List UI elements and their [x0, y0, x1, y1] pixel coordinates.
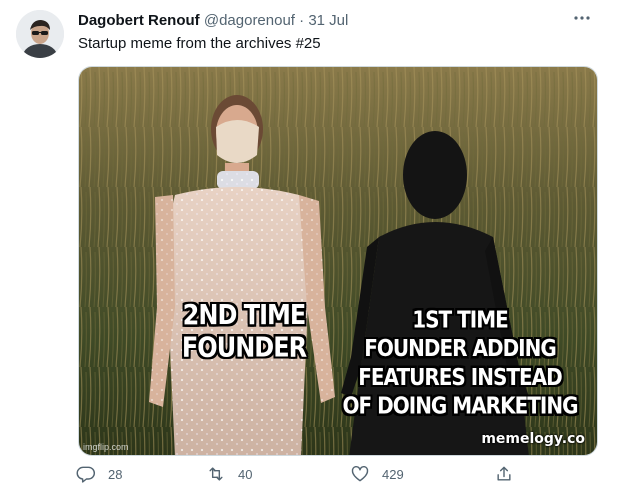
retweet-icon [209, 467, 223, 481]
meme-caption-right-text: 1ST TIME FOUNDER ADDING FEATURES INSTEAD… [342, 305, 579, 420]
reply-icon [76, 466, 96, 483]
like-button[interactable]: 429 [350, 464, 404, 484]
author-display-name[interactable]: Dagobert Renouf [78, 12, 200, 29]
reply-count: 28 [108, 466, 123, 482]
retweet-count: 40 [238, 466, 253, 482]
imgflip-watermark: imgflip.com [83, 442, 129, 452]
like-count: 429 [382, 466, 404, 482]
author-handle[interactable]: @dagorenouf [204, 12, 295, 29]
avatar-image [16, 10, 64, 58]
meme-caption-left: 2ND TIME FOUNDER [169, 299, 319, 363]
avatar[interactable] [16, 10, 64, 58]
memelogy-watermark: memelogy.co [481, 431, 585, 447]
retweet-button[interactable]: 40 [206, 464, 252, 484]
tweet-header: Dagobert Renouf @dagorenouf · 31 Jul [78, 12, 348, 30]
share-icon [497, 466, 511, 481]
tweet-action-bar: 28 40 429 [0, 462, 617, 490]
tweet: Dagobert Renouf @dagorenouf · 31 Jul Sta… [0, 0, 617, 494]
tweet-media-image[interactable]: 2ND TIME FOUNDER 1ST TIME FOUNDER ADDING… [78, 66, 598, 456]
reply-button[interactable]: 28 [76, 464, 122, 484]
heart-icon [351, 466, 369, 482]
tweet-text: Startup meme from the archives #25 [78, 35, 321, 52]
meme-caption-left-text: 2ND TIME FOUNDER [181, 298, 307, 364]
tweet-date[interactable]: 31 Jul [308, 12, 348, 29]
more-horizontal-icon [574, 16, 590, 20]
share-button[interactable] [494, 464, 514, 484]
more-options-button[interactable] [569, 8, 595, 28]
header-separator: · [299, 12, 305, 29]
meme-caption-right: 1ST TIME FOUNDER ADDING FEATURES INSTEAD… [337, 306, 583, 421]
